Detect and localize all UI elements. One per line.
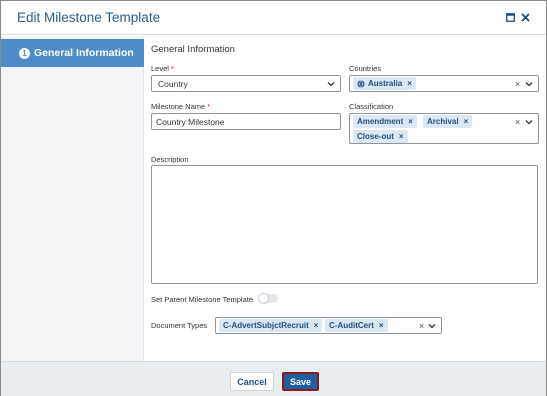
sidebar-item-label: General Information [34,47,134,59]
required-marker: * [207,102,211,111]
section-title: General Information [151,44,235,55]
countries-multiselect[interactable]: Australia × × [349,75,539,92]
document-type-tag: C-AdvertSubjctRecruit × [219,319,323,332]
level-select[interactable]: Country [151,75,341,92]
remove-tag-icon[interactable]: × [314,321,319,330]
cancel-button[interactable]: Cancel [230,372,274,391]
globe-icon [357,79,365,88]
chevron-down-icon[interactable] [427,321,437,331]
chevron-down-icon[interactable] [524,79,534,89]
step-number: 1 [19,47,30,59]
sidebar-item-general-information[interactable]: 1 General Information [1,39,144,67]
remove-tag-icon[interactable]: × [399,132,404,141]
level-label: Level * [151,64,174,73]
document-type-tag: C-AuditCert × [325,319,388,332]
required-marker: * [171,64,174,73]
chevron-down-icon[interactable] [524,117,534,127]
classification-multiselect[interactable]: Amendment × Archival × Close-out × × [349,113,539,144]
maximize-icon[interactable] [503,10,517,24]
level-value: Country [158,78,188,89]
milestone-name-input[interactable]: Country Milestone [151,113,341,130]
classification-tag: Archival × [423,115,473,128]
toggle-knob [259,294,268,303]
description-label: Description [151,155,189,164]
save-button[interactable]: Save [282,372,319,391]
remove-tag-icon[interactable]: × [408,117,413,126]
remove-tag-icon[interactable]: × [464,117,469,126]
edit-milestone-dialog: Edit Milestone Template 1 General Inform… [0,0,547,396]
classification-tag: Amendment × [353,115,417,128]
set-parent-toggle[interactable] [259,294,278,303]
clear-icon[interactable]: × [515,79,520,89]
document-types-multiselect[interactable]: C-AdvertSubjctRecruit × C-AuditCert × × [215,317,442,334]
document-types-label: Document Types [151,321,208,330]
dialog-footer: Cancel Save [1,361,546,396]
sidebar: 1 General Information [1,36,144,361]
description-textarea[interactable] [151,165,538,284]
classification-tag: Close-out × [353,130,408,143]
set-parent-label: Set Parent Milestone Template [151,295,254,304]
clear-icon[interactable]: × [419,321,424,331]
classification-label: Classification [349,102,394,111]
remove-tag-icon[interactable]: × [379,321,384,330]
dialog-title: Edit Milestone Template [17,10,161,25]
country-tag: Australia × [353,77,416,90]
countries-label: Countries [349,64,382,73]
close-icon[interactable] [518,10,532,24]
clear-icon[interactable]: × [515,117,520,127]
remove-tag-icon[interactable]: × [407,79,412,88]
chevron-down-icon[interactable] [326,79,336,89]
dialog-header: Edit Milestone Template [1,1,546,35]
milestone-name-label: Milestone Name * [151,102,211,111]
